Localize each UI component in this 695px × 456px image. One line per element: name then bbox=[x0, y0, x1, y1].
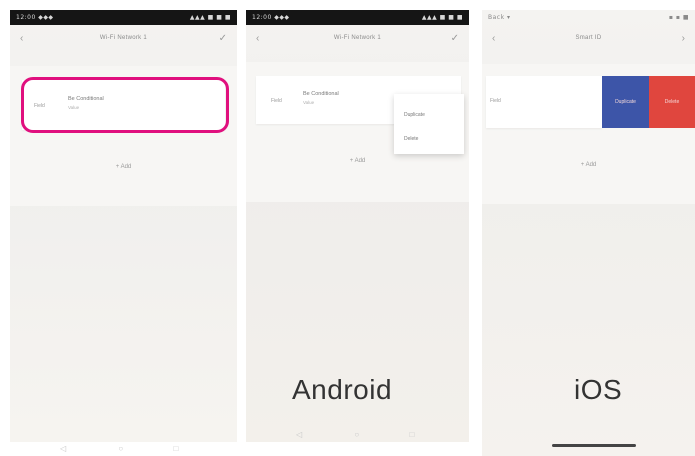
status-time: 12:00 ◆◆◆ bbox=[252, 14, 290, 21]
card-field-label: Field bbox=[271, 98, 282, 104]
home-nav-icon[interactable]: ○ bbox=[118, 444, 123, 453]
page-title: Smart ID bbox=[575, 35, 602, 41]
status-icons: ▲▲▲ ■ ■ ■ bbox=[421, 14, 463, 21]
confirm-icon[interactable]: ✓ bbox=[451, 33, 459, 44]
recents-nav-icon[interactable]: □ bbox=[409, 430, 414, 439]
status-icons: ▪ ▪ ■ bbox=[668, 14, 689, 21]
status-icons: ▲▲▲ ■ ■ ■ bbox=[189, 14, 231, 21]
add-button[interactable]: + Add bbox=[482, 162, 695, 168]
add-button[interactable]: + Add bbox=[246, 158, 469, 164]
status-bar: 12:00 ◆◆◆ ▲▲▲ ■ ■ ■ bbox=[246, 10, 469, 25]
app-header: ‹ Wi-Fi Network 1 ✓ bbox=[10, 25, 237, 55]
menu-item-delete[interactable]: Delete bbox=[404, 136, 418, 142]
recents-nav-icon[interactable]: □ bbox=[173, 444, 178, 453]
platform-label: Android bbox=[292, 374, 393, 405]
forward-icon[interactable]: › bbox=[682, 33, 685, 44]
swipe-delete-button[interactable]: Delete bbox=[649, 76, 695, 128]
home-nav-icon[interactable]: ○ bbox=[354, 430, 359, 439]
app-header: ‹ Smart ID › bbox=[482, 25, 695, 55]
card-subtitle: Value bbox=[303, 100, 315, 105]
status-bar: Back ▾ ▪ ▪ ■ bbox=[482, 10, 695, 25]
back-nav-icon[interactable]: ◁ bbox=[60, 444, 66, 453]
menu-item-duplicate[interactable]: Duplicate bbox=[404, 112, 425, 118]
condition-card[interactable]: Field bbox=[486, 76, 602, 128]
platform-label: iOS bbox=[574, 374, 623, 405]
highlight-outline bbox=[21, 77, 229, 133]
condition-section: Field Duplicate Delete + Add bbox=[482, 64, 695, 204]
add-button[interactable]: + Add bbox=[10, 164, 237, 170]
page-title: Wi-Fi Network 1 bbox=[333, 35, 382, 41]
android-nav-bar-1: ◁ ○ □ bbox=[60, 444, 178, 453]
phone-screen-ios: Back ▾ ▪ ▪ ■ ‹ Smart ID › Field Duplicat… bbox=[482, 10, 695, 456]
confirm-icon[interactable]: ✓ bbox=[219, 33, 227, 44]
home-indicator bbox=[552, 444, 636, 447]
android-nav-bar: ◁ ○ □ bbox=[296, 430, 414, 439]
phone-screen-android: 12:00 ◆◆◆ ▲▲▲ ■ ■ ■ ‹ Wi-Fi Network 1 ✓ … bbox=[246, 10, 469, 442]
back-nav-icon[interactable]: ◁ bbox=[296, 430, 302, 439]
card-title: Be Conditional bbox=[303, 91, 339, 97]
app-header: ‹ Wi-Fi Network 1 ✓ bbox=[246, 25, 469, 55]
swipe-duplicate-button[interactable]: Duplicate bbox=[602, 76, 649, 128]
status-carrier: Back ▾ bbox=[488, 14, 511, 21]
card-field-label: Field bbox=[490, 98, 501, 104]
phone-screen-1: 12:00 ◆◆◆ ▲▲▲ ■ ■ ■ ‹ Wi-Fi Network 1 ✓ … bbox=[10, 10, 237, 442]
page-title: Wi-Fi Network 1 bbox=[99, 35, 148, 41]
context-menu: Duplicate Delete bbox=[394, 94, 464, 154]
status-time: 12:00 ◆◆◆ bbox=[16, 14, 54, 21]
status-bar: 12:00 ◆◆◆ ▲▲▲ ■ ■ ■ bbox=[10, 10, 237, 25]
